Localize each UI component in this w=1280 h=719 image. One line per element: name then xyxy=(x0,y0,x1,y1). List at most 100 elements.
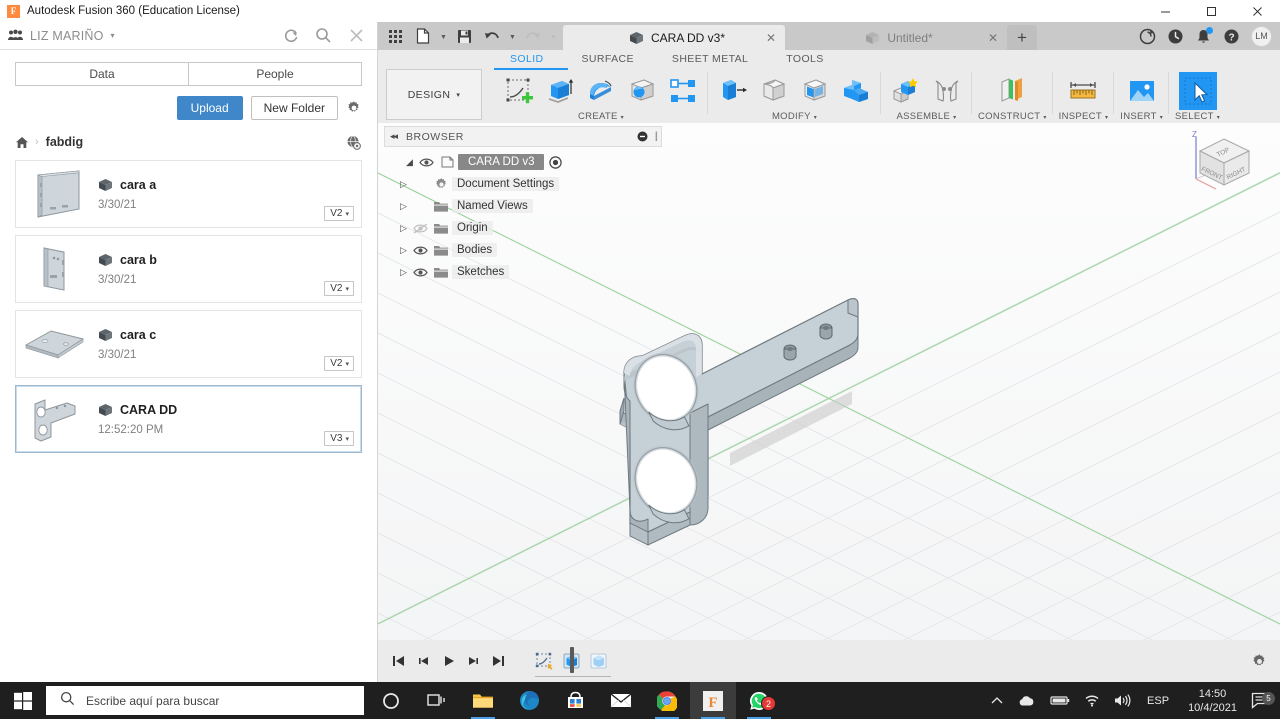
target-icon[interactable] xyxy=(549,155,563,169)
volume-icon[interactable] xyxy=(1107,694,1138,707)
extrude-cut-feature-icon[interactable] xyxy=(585,649,612,673)
play-icon[interactable] xyxy=(436,649,461,674)
new-component-icon[interactable] xyxy=(887,72,925,110)
revolve-icon[interactable] xyxy=(582,72,620,110)
show-hidden-icons-icon[interactable] xyxy=(984,696,1010,706)
chevron-down-icon[interactable]: ▾ xyxy=(111,31,115,40)
expand-arrow-icon[interactable]: ▷ xyxy=(396,267,411,278)
step-forward-icon[interactable] xyxy=(461,649,486,674)
recent-activity-icon[interactable] xyxy=(1167,28,1184,45)
close-button[interactable] xyxy=(1234,0,1280,22)
chevron-down-icon[interactable]: ▼ xyxy=(507,24,518,48)
insert-image-icon[interactable] xyxy=(1123,72,1161,110)
workspace-selector[interactable]: DESIGN ▾ xyxy=(386,69,482,120)
ribbon-group-label[interactable]: CONSTRUCT ▾ xyxy=(978,111,1047,122)
tab-people[interactable]: People xyxy=(188,62,362,86)
measure-icon[interactable] xyxy=(1064,72,1102,110)
document-tab-untitled[interactable]: Untitled* ✕ xyxy=(785,25,1007,50)
battery-icon[interactable] xyxy=(1043,695,1077,706)
close-panel-icon[interactable] xyxy=(348,27,365,44)
chevron-down-icon[interactable]: ▼ xyxy=(548,24,559,48)
ribbon-tab-solid[interactable]: SOLID xyxy=(510,53,544,65)
search-icon[interactable] xyxy=(315,27,332,44)
close-icon[interactable]: ✕ xyxy=(988,31,998,45)
undo-icon[interactable] xyxy=(479,24,505,48)
clock[interactable]: 14:50 10/4/2021 xyxy=(1178,687,1247,715)
timeline-marker[interactable] xyxy=(570,647,574,673)
version-badge[interactable]: V2 ▾ xyxy=(324,281,354,296)
google-chrome-icon[interactable] xyxy=(644,682,690,719)
team-name[interactable]: LIZ MARIÑO xyxy=(30,29,104,43)
list-item[interactable]: cara b 3/30/21 V2 ▾ xyxy=(15,235,362,303)
home-icon[interactable] xyxy=(15,136,29,149)
ribbon-group-label[interactable]: ASSEMBLE ▾ xyxy=(897,111,957,122)
tree-item-bodies[interactable]: ▷ Bodies xyxy=(384,239,662,261)
ribbon-group-label[interactable]: MODIFY ▾ xyxy=(772,111,817,122)
browser-panel-header[interactable]: ◂◂ BROWSER || xyxy=(384,126,662,147)
tab-data[interactable]: Data xyxy=(15,62,188,86)
ribbon-group-label[interactable]: SELECT ▾ xyxy=(1175,111,1220,122)
language-indicator[interactable]: ESP xyxy=(1138,695,1178,707)
eye-icon[interactable] xyxy=(417,157,436,168)
chevron-down-icon[interactable]: ▼ xyxy=(438,24,449,48)
cortana-icon[interactable] xyxy=(368,682,414,719)
tree-item-origin[interactable]: ▷ Origin xyxy=(384,217,662,239)
tree-root-cara-dd[interactable]: ◢ CARA DD v3 xyxy=(384,151,662,173)
notifications-icon[interactable] xyxy=(1195,26,1213,45)
tree-item-sketches[interactable]: ▷ Sketches xyxy=(384,261,662,283)
view-cube[interactable]: Z TOP FRONT RIGHT xyxy=(1186,127,1262,195)
expand-arrow-icon[interactable]: ▷ xyxy=(396,179,411,190)
tree-item-named-views[interactable]: ▷ Named Views xyxy=(384,195,662,217)
expand-arrow-icon[interactable]: ◢ xyxy=(402,157,417,168)
sketch-feature-icon[interactable] xyxy=(531,649,558,673)
search-input[interactable]: Escribe aquí para buscar xyxy=(46,686,364,715)
redo-icon[interactable] xyxy=(520,24,546,48)
skip-start-icon[interactable] xyxy=(386,649,411,674)
wifi-icon[interactable] xyxy=(1077,694,1107,707)
maximize-button[interactable] xyxy=(1188,0,1234,22)
ribbon-tab-tools[interactable]: TOOLS xyxy=(786,53,823,65)
ribbon-tab-sheet-metal[interactable]: SHEET METAL xyxy=(672,53,748,65)
offset-plane-icon[interactable] xyxy=(993,72,1031,110)
ribbon-tab-surface[interactable]: SURFACE xyxy=(582,53,634,65)
ribbon-group-label[interactable]: CREATE ▾ xyxy=(578,111,624,122)
timeline-settings-icon[interactable] xyxy=(1251,653,1268,670)
shell-icon[interactable] xyxy=(796,72,834,110)
fillet-icon[interactable] xyxy=(755,72,793,110)
eye-icon[interactable] xyxy=(411,267,430,278)
close-icon[interactable]: ✕ xyxy=(766,31,776,45)
file-explorer-icon[interactable] xyxy=(460,682,506,719)
select-cursor-icon[interactable] xyxy=(1178,72,1217,110)
skip-end-icon[interactable] xyxy=(486,649,511,674)
mail-icon[interactable] xyxy=(598,682,644,719)
breadcrumb-folder[interactable]: fabdig xyxy=(46,135,84,149)
press-pull-icon[interactable] xyxy=(714,72,752,110)
list-item[interactable]: cara c 3/30/21 V2 ▾ xyxy=(15,310,362,378)
new-file-icon[interactable] xyxy=(410,24,436,48)
list-item-selected[interactable]: CARA DD 12:52:20 PM V3 ▾ xyxy=(15,385,362,453)
ribbon-group-label[interactable]: INSPECT ▾ xyxy=(1059,111,1109,122)
expand-arrow-icon[interactable]: ▷ xyxy=(396,245,411,256)
sphere-icon[interactable] xyxy=(623,72,661,110)
windows-start-icon[interactable] xyxy=(0,682,46,719)
document-tab-cara-dd[interactable]: CARA DD v3* ✕ xyxy=(563,25,785,50)
step-back-icon[interactable] xyxy=(411,649,436,674)
joint-icon[interactable] xyxy=(928,72,966,110)
refresh-icon[interactable] xyxy=(282,27,299,44)
avatar[interactable]: LM xyxy=(1251,25,1272,47)
onedrive-icon[interactable] xyxy=(1010,694,1043,707)
combine-icon[interactable] xyxy=(837,72,875,110)
help-icon[interactable]: ? xyxy=(1223,28,1240,45)
resize-grip[interactable]: || xyxy=(655,131,659,142)
grid-menu-icon[interactable] xyxy=(382,24,408,48)
minimize-button[interactable] xyxy=(1142,0,1188,22)
version-badge[interactable]: V2 ▾ xyxy=(324,356,354,371)
expand-arrow-icon[interactable]: ▷ xyxy=(396,223,411,234)
upload-button[interactable]: Upload xyxy=(176,96,243,120)
version-badge[interactable]: V2 ▾ xyxy=(324,206,354,221)
3d-viewport[interactable]: ◂◂ BROWSER || ◢ CARA DD v3 ▷ Document Se… xyxy=(378,123,1280,682)
new-folder-button[interactable]: New Folder xyxy=(250,96,338,120)
create-sketch-icon[interactable] xyxy=(500,72,538,110)
new-document-button[interactable]: + xyxy=(1007,25,1037,50)
expand-arrow-icon[interactable]: ▷ xyxy=(396,201,411,212)
